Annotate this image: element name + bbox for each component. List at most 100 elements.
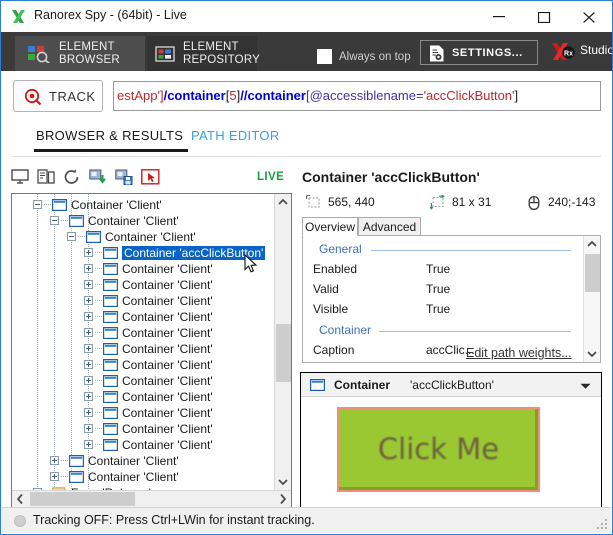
tab-browser-results[interactable]: BROWSER & RESULTS xyxy=(34,128,188,152)
resize-grip[interactable] xyxy=(597,519,607,529)
tree-item[interactable]: Container 'Client' xyxy=(12,357,274,373)
tree-scroll-down-button[interactable] xyxy=(275,473,291,490)
tree-hscroll-thumb[interactable] xyxy=(30,492,135,506)
tree-item[interactable]: Container 'Client' xyxy=(12,341,274,357)
tab-path-editor[interactable]: PATH EDITOR xyxy=(191,128,280,143)
expand-icon[interactable] xyxy=(84,376,93,385)
maximize-button[interactable] xyxy=(522,1,567,31)
expand-icon[interactable] xyxy=(84,344,93,353)
tree-item[interactable]: Container 'Client' xyxy=(12,453,274,469)
tree-scroll-right-button[interactable] xyxy=(274,491,291,507)
tab-element-repository[interactable]: ELEMENT REPOSITORY xyxy=(147,36,260,71)
chevron-up-icon xyxy=(278,198,288,205)
tree-connector xyxy=(95,300,102,301)
tree-item[interactable]: Container 'Client' xyxy=(12,293,274,309)
monitor-icon-button[interactable] xyxy=(11,169,33,189)
expand-icon[interactable] xyxy=(84,392,93,401)
expand-icon[interactable] xyxy=(84,264,93,273)
collapse-icon[interactable] xyxy=(33,200,42,209)
tree-item-label: Container 'Client' xyxy=(122,374,213,388)
tree-item-label: Container 'accClickButton' xyxy=(122,246,266,260)
tree-item[interactable]: Container 'Client' xyxy=(12,421,274,437)
refresh-icon-button[interactable] xyxy=(63,169,85,189)
load-snapshot-icon-button[interactable] xyxy=(89,169,111,189)
tree-item-selected[interactable]: Container 'accClickButton' xyxy=(12,245,274,261)
tree-item[interactable]: Container 'Client' xyxy=(12,469,274,485)
expand-icon[interactable] xyxy=(84,328,93,337)
tree-scroll-up-button[interactable] xyxy=(275,194,291,211)
collapse-icon[interactable] xyxy=(67,232,76,241)
tree-item[interactable]: Container 'Client' xyxy=(12,229,274,245)
mouse-icon xyxy=(528,195,540,211)
tree-item-label: Container 'Client' xyxy=(122,390,213,404)
tree-horizontal-scrollbar[interactable] xyxy=(12,490,291,507)
tree-item[interactable]: Container 'Client' xyxy=(12,261,274,277)
track-element-icon xyxy=(141,169,160,185)
expand-icon[interactable] xyxy=(84,248,93,257)
minimize-button[interactable] xyxy=(477,1,522,31)
property-value-visible: True xyxy=(426,302,451,316)
expand-icon[interactable] xyxy=(84,440,93,449)
detail-metrics: 565, 440 81 x 31 240;-143 xyxy=(302,193,602,213)
path-seg-7: container xyxy=(247,88,306,103)
expand-icon[interactable] xyxy=(84,408,93,417)
sub-tab-strip: BROWSER & RESULTS PATH EDITOR xyxy=(1,119,612,158)
tree-item[interactable]: Container 'Client' xyxy=(12,389,274,405)
tree-scroll-left-button[interactable] xyxy=(12,491,29,507)
track-button[interactable]: TRACK xyxy=(13,80,103,112)
tree-item[interactable]: Container 'Client' xyxy=(12,405,274,421)
expand-icon[interactable] xyxy=(84,312,93,321)
element-tree[interactable]: Container 'Client' Container 'Client' Cont… xyxy=(11,193,292,508)
save-snapshot-icon-button[interactable] xyxy=(115,169,137,189)
preview-header[interactable]: Container 'accClickButton' xyxy=(301,373,601,397)
expand-icon[interactable] xyxy=(84,424,93,433)
tree-scroll-thumb[interactable] xyxy=(276,324,291,382)
property-row-visible: Visible True xyxy=(313,302,450,316)
group-rule-container xyxy=(379,331,571,332)
tree-item[interactable]: Container 'Client' xyxy=(12,277,274,293)
tree-connector xyxy=(95,268,102,269)
edit-path-weights-link[interactable]: Edit path weights... xyxy=(466,346,572,360)
expand-icon[interactable] xyxy=(84,280,93,289)
expand-icon[interactable] xyxy=(84,296,93,305)
devices-icon-button[interactable] xyxy=(37,169,59,189)
settings-button[interactable]: SETTINGS... xyxy=(420,40,538,65)
property-grid[interactable]: General Enabled True Valid True Visible … xyxy=(302,235,601,363)
tree-connector xyxy=(95,332,102,333)
previewed-click-me-button[interactable]: Click Me xyxy=(339,409,538,490)
chevron-down-icon[interactable] xyxy=(580,383,591,390)
tab-overview[interactable]: Overview xyxy=(302,217,358,236)
studio-link[interactable]: Rx Studio xyxy=(550,43,612,60)
property-scroll-down-button[interactable] xyxy=(584,345,600,362)
property-scrollbar[interactable] xyxy=(583,236,600,362)
tree-item[interactable]: Container 'Client' xyxy=(12,213,274,229)
property-scroll-thumb[interactable] xyxy=(585,254,600,292)
tab-element-browser-label: ELEMENT BROWSER xyxy=(59,41,120,67)
tree-connector xyxy=(95,364,102,365)
expand-icon[interactable] xyxy=(50,456,59,465)
tree-item[interactable]: Container 'Client' xyxy=(12,437,274,453)
always-on-top-checkbox[interactable]: Always on top xyxy=(317,49,411,64)
tab-er-line1: ELEMENT xyxy=(183,40,239,53)
tree-item[interactable]: Container 'Client' xyxy=(12,197,274,213)
live-indicator: LIVE xyxy=(257,171,285,183)
tree-vertical-scrollbar[interactable] xyxy=(274,194,291,490)
track-element-icon-button[interactable] xyxy=(141,169,163,189)
tab-path-editor-label: PATH EDITOR xyxy=(191,128,280,143)
expand-icon[interactable] xyxy=(84,360,93,369)
tree-item[interactable]: Container 'Client' xyxy=(12,309,274,325)
tab-advanced[interactable]: Advanced xyxy=(358,217,421,236)
rxpath-input[interactable]: estApp']/container[5]//container[@access… xyxy=(113,81,601,111)
expand-icon[interactable] xyxy=(50,472,59,481)
tab-element-browser[interactable]: ELEMENT BROWSER xyxy=(15,36,145,71)
container-icon xyxy=(103,423,118,435)
property-scroll-up-button[interactable] xyxy=(584,236,600,253)
metric-size-value: 81 x 31 xyxy=(452,195,492,209)
tree-item[interactable]: Container 'Client' xyxy=(12,373,274,389)
close-button[interactable] xyxy=(567,1,612,31)
collapse-icon[interactable] xyxy=(50,216,59,225)
container-icon xyxy=(69,215,84,227)
tree-item[interactable]: Container 'Client' xyxy=(12,325,274,341)
tab-er-line2: REPOSITORY xyxy=(183,53,260,66)
size-icon xyxy=(429,194,445,210)
